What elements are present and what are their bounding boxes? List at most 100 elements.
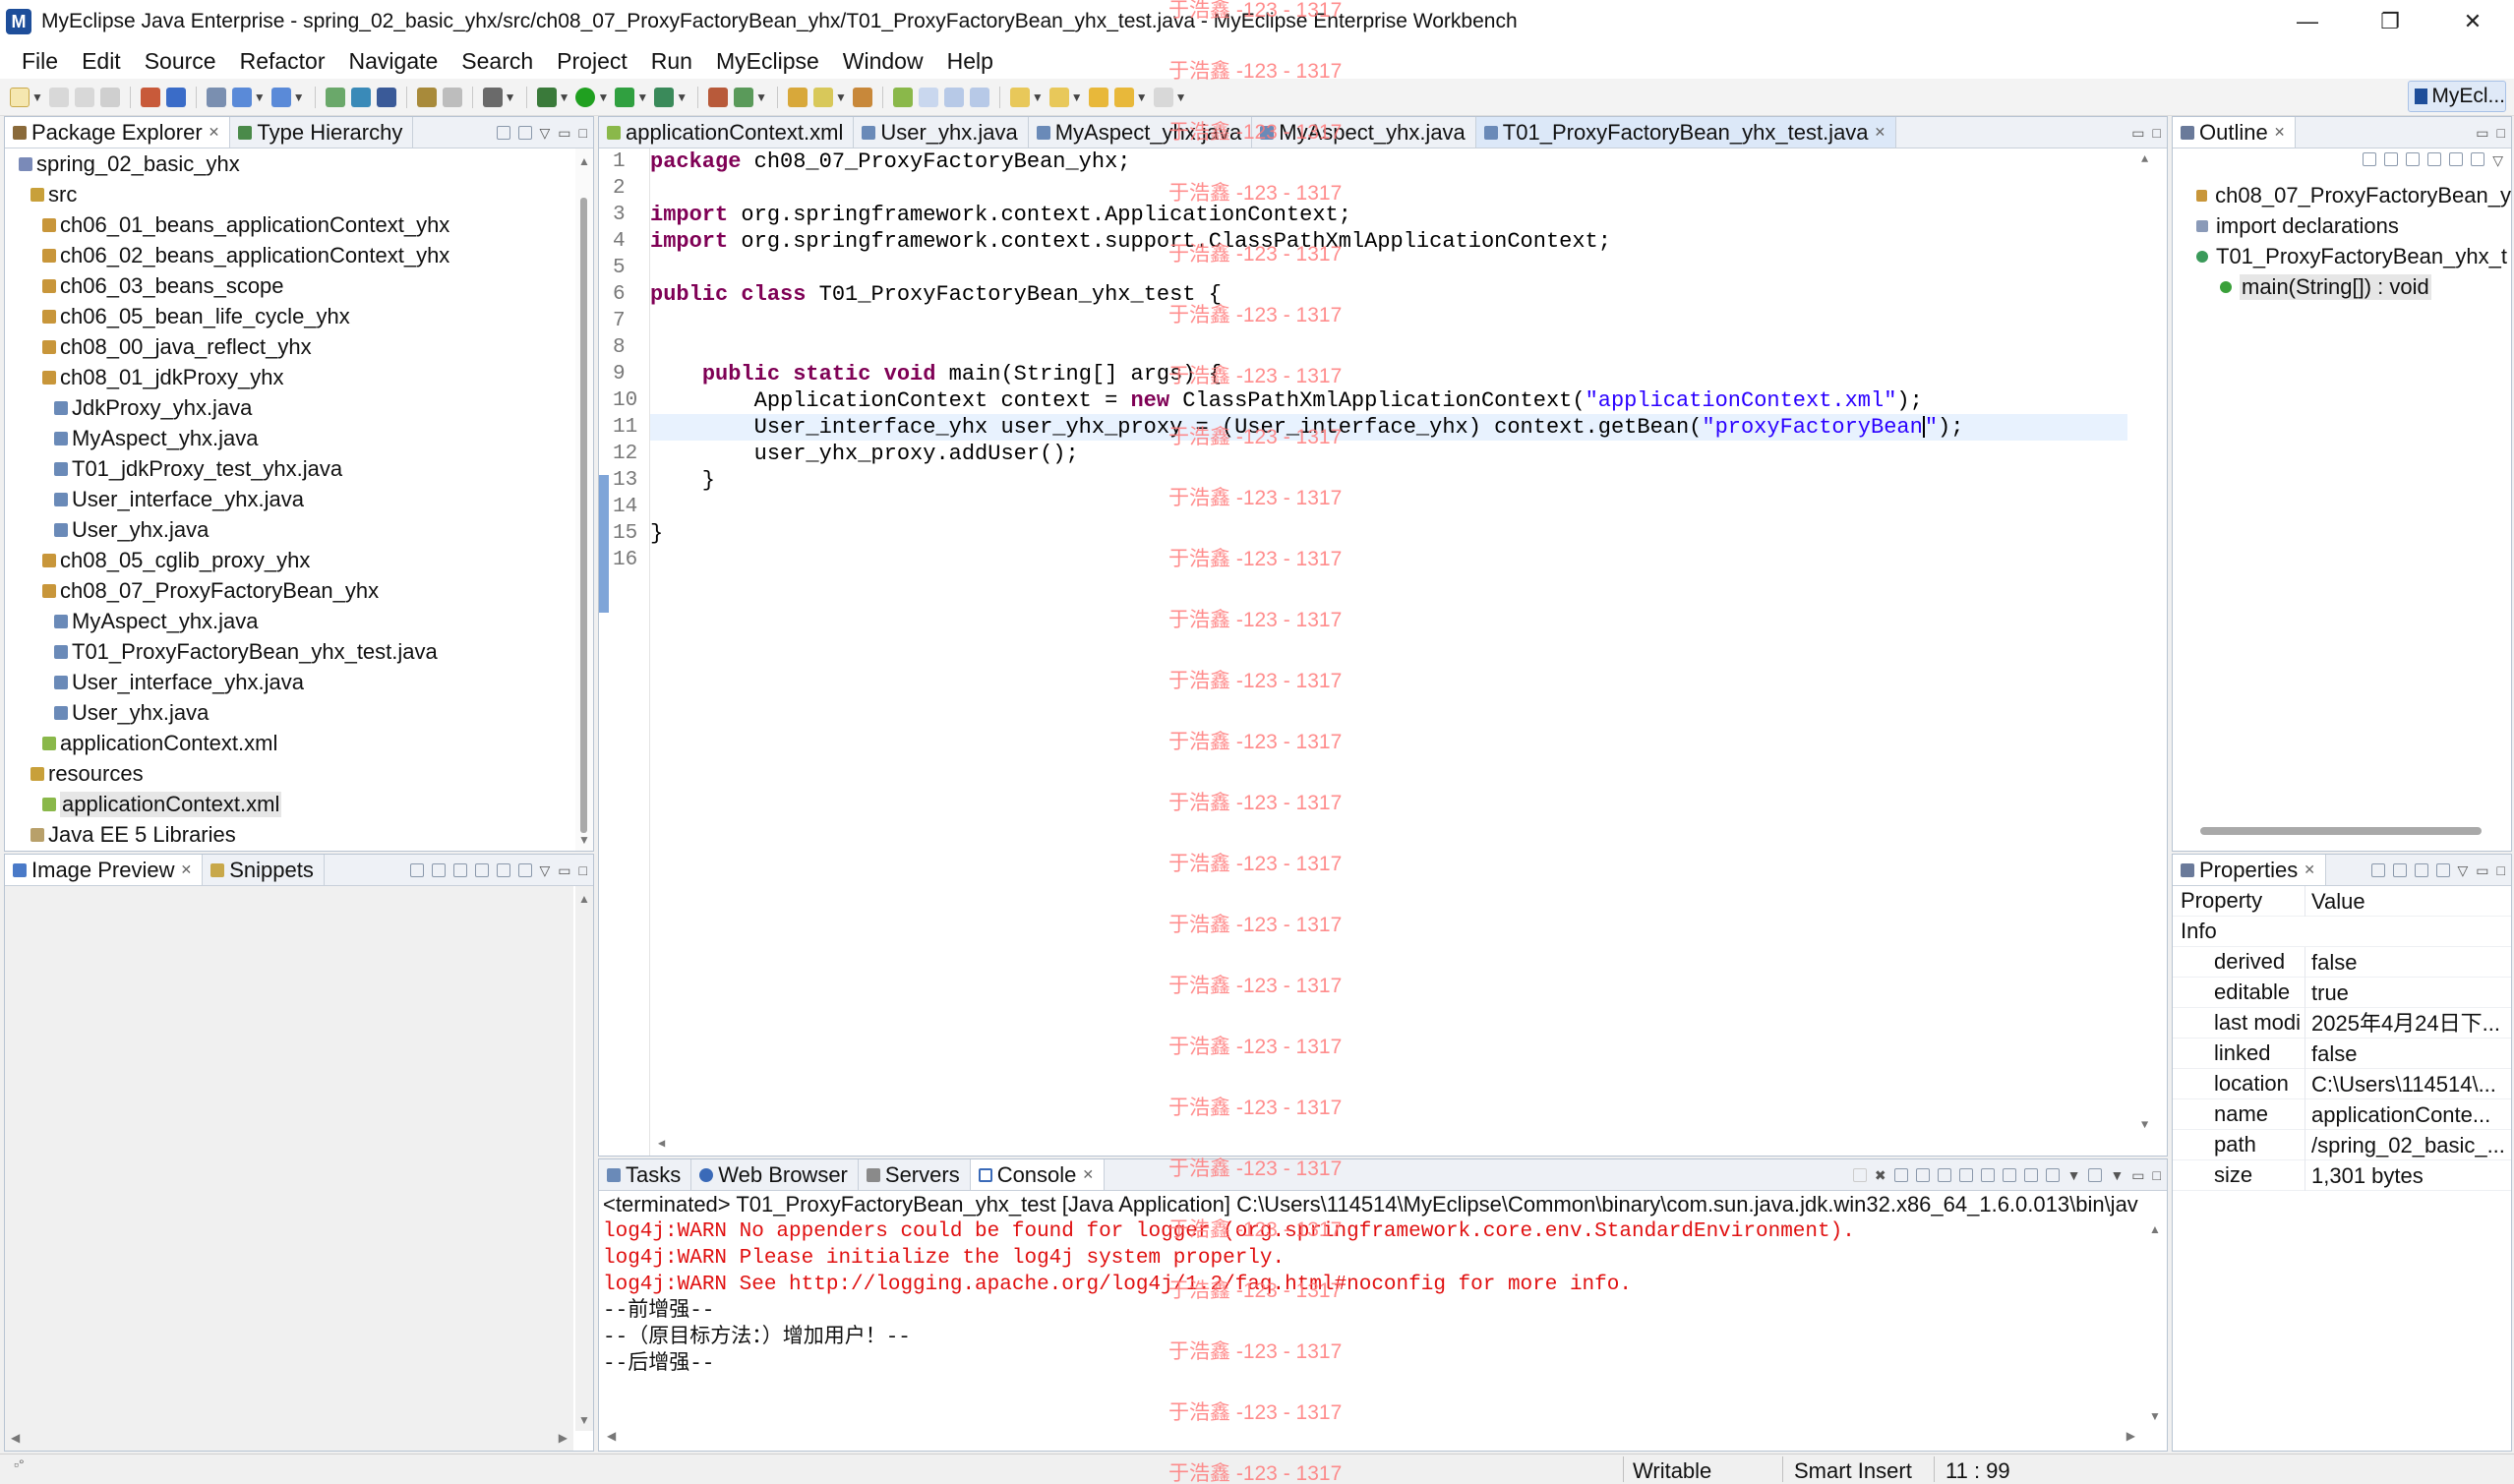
console-hscroll[interactable]: ◀ ▶ [599,1427,2143,1451]
remove-launch-icon[interactable]: ✖ [1875,1167,1886,1184]
new-enum-icon[interactable] [734,87,754,107]
property-row[interactable]: last modi 2025年4月24日下... [2173,1007,2511,1039]
tab-servers[interactable]: Servers [859,1159,971,1190]
close-icon[interactable]: ✕ [1082,1166,1094,1183]
next-annotation-icon[interactable] [1009,87,1030,107]
menu-help[interactable]: Help [935,48,1005,75]
view-menu-icon[interactable]: ▽ [2458,862,2469,879]
word-wrap-icon[interactable] [1958,1168,1973,1182]
editor-tab[interactable]: T01_ProxyFactoryBean_yhx_test.java ✕ [1475,117,1897,148]
tree-item[interactable]: ch06_01_beans_applicationContext_yhx [5,209,575,240]
show-on-stderr-icon[interactable] [2002,1168,2016,1182]
tab-properties[interactable]: Properties ✕ [2173,855,2327,885]
tab-image-preview[interactable]: Image Preview ✕ [5,855,204,885]
property-row[interactable]: location C:\Users\114514\... [2173,1068,2511,1099]
tree-item[interactable]: MyAspect_yhx.java [5,423,575,453]
forward-icon[interactable] [1153,87,1173,107]
scroll-up-icon[interactable]: ▲ [578,892,590,906]
tree-item[interactable]: User_yhx.java [5,514,575,545]
collapse-all-icon[interactable] [496,126,510,140]
chevron-down-icon[interactable]: ▼ [31,90,43,104]
terminate-icon[interactable] [1852,1168,1867,1182]
minimize-icon[interactable]: ▭ [2131,1167,2144,1184]
scroll-down-icon[interactable]: ▼ [2141,1118,2148,1132]
block-selection-icon[interactable] [943,87,964,107]
new-class-icon[interactable] [416,87,437,107]
package-explorer-scrollbar[interactable]: ▲ ▼ [575,148,593,851]
maximize-button[interactable]: ❐ [2349,0,2431,43]
menu-project[interactable]: Project [545,48,639,75]
tree-item[interactable]: JdkProxy_yhx.java [5,392,575,423]
maximize-icon[interactable]: □ [2153,125,2161,141]
tree-item[interactable]: ch08_00_java_reflect_yhx [5,331,575,362]
minimize-icon[interactable]: ▭ [2131,125,2144,142]
property-row[interactable]: editable true [2173,977,2511,1008]
menu-myeclipse[interactable]: MyEclipse [704,48,831,75]
toggle-mark-icon[interactable] [892,87,913,107]
perspective-myeclipse[interactable]: MyEcl... [2408,81,2506,112]
run-icon[interactable] [575,87,596,107]
tree-item[interactable]: ch06_03_beans_scope [5,270,575,301]
maximize-icon[interactable]: □ [579,125,587,141]
outline-item[interactable]: main(String[]) : void [2173,271,2511,302]
maximize-icon[interactable]: □ [2497,862,2505,878]
scroll-up-icon[interactable]: ▲ [2141,152,2148,166]
view-menu-icon[interactable]: ▽ [2492,152,2503,169]
new-java-class-icon[interactable] [708,87,729,107]
tree-item[interactable]: spring_02_basic_yhx [5,148,575,179]
external-tools-icon[interactable] [654,87,675,107]
scroll-left-icon[interactable]: ◀ [658,1136,665,1151]
tree-item[interactable]: applicationContext.xml [5,789,575,819]
menu-file[interactable]: File [10,48,70,75]
sort-icon[interactable] [2384,152,2399,166]
open-task-icon[interactable] [482,87,503,107]
restore-default-icon[interactable] [2414,863,2428,877]
tree-item[interactable]: ch08_01_jdkProxy_yhx [5,362,575,392]
pin-icon[interactable] [2435,863,2450,877]
print-icon[interactable] [99,87,120,107]
editor-tab[interactable]: applicationContext.xml [599,117,855,148]
property-column-header[interactable]: Property [2173,888,2304,914]
collapse-all-icon[interactable] [2363,152,2377,166]
properties-group-info[interactable]: Info [2173,917,2511,947]
link-with-editor-icon[interactable] [517,126,532,140]
maximize-icon[interactable]: □ [579,862,587,878]
property-row[interactable]: path/spring_02_basic_... [2173,1129,2511,1160]
maximize-icon[interactable]: □ [2497,125,2505,141]
search-icon[interactable] [852,87,872,107]
menu-run[interactable]: Run [639,48,704,75]
tab-outline[interactable]: Outline ✕ [2173,117,2297,148]
close-button[interactable]: ✕ [2431,0,2514,43]
tree-item[interactable]: User_interface_yhx.java [5,667,575,697]
editor-vscroll[interactable]: ▲ ▼ [2127,148,2167,1136]
outline-hscroll[interactable] [2200,827,2482,835]
tree-item[interactable]: MyAspect_yhx.java [5,606,575,636]
view-menu-icon[interactable]: ▽ [540,125,551,142]
refresh-icon[interactable] [409,863,424,877]
menu-window[interactable]: Window [831,48,935,75]
tree-item[interactable]: User_yhx.java [5,697,575,728]
server-icon[interactable] [165,87,186,107]
open-folder-icon[interactable] [788,87,808,107]
tab-type-hierarchy[interactable]: Type Hierarchy [230,117,414,148]
property-row[interactable]: linked false [2173,1038,2511,1069]
hide-nonpublic-icon[interactable] [2449,152,2464,166]
menu-refactor[interactable]: Refactor [228,48,337,75]
scroll-up-icon[interactable]: ▲ [578,154,590,168]
menu-source[interactable]: Source [133,48,228,75]
display-console-icon[interactable] [2045,1168,2060,1182]
hide-local-types-icon[interactable] [2471,152,2485,166]
zoom-out-icon[interactable] [452,863,467,877]
value-column-header[interactable]: Value [2304,885,2511,917]
zoom-in-icon[interactable] [474,863,489,877]
property-row[interactable]: name applicationConte... [2173,1098,2511,1130]
console-icon[interactable] [206,87,226,107]
pencil-icon[interactable] [813,87,834,107]
minimize-icon[interactable]: ▭ [558,125,570,142]
scroll-up-icon[interactable]: ▲ [2149,1222,2161,1236]
actual-size-icon[interactable] [496,863,510,877]
code-editor[interactable]: 1 2 3 4 5 6 7 8 9 10 11 12 13 14 15 16 package ch08_07_… [599,148,2167,1156]
new-package-icon[interactable] [350,87,371,107]
close-icon[interactable]: ✕ [1875,124,1886,141]
property-row[interactable]: size 1,301 bytes [2173,1159,2511,1191]
